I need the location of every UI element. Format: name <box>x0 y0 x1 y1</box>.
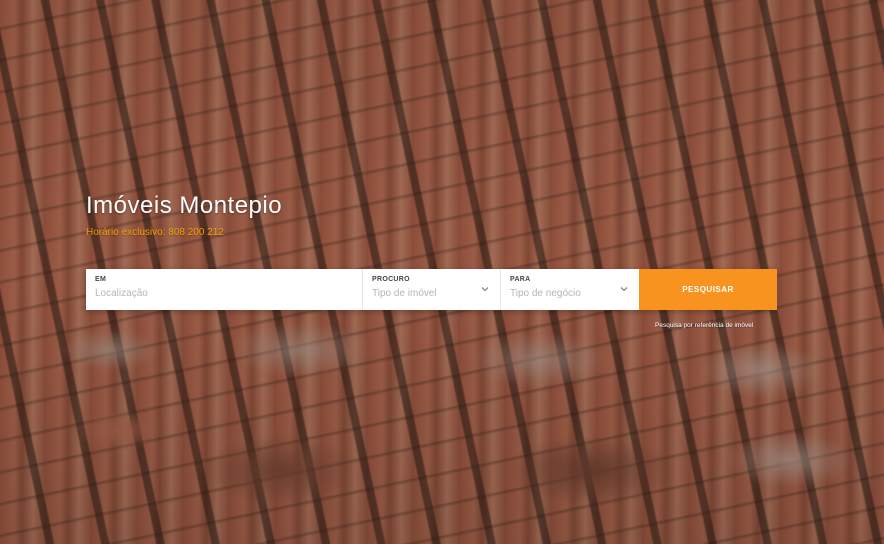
brand-subtitle: Horário exclusivo: 808 200 212 <box>86 227 224 238</box>
hero-section: Imóveis Montepio Horário exclusivo: 808 … <box>0 0 884 544</box>
chevron-down-icon <box>620 287 628 292</box>
deal-type-label: PARA <box>510 276 531 283</box>
property-type-label: PROCURO <box>372 276 410 283</box>
property-type-select[interactable]: PROCURO Tipo de imóvel <box>363 269 501 310</box>
location-label: EM <box>95 276 107 283</box>
property-type-value: Tipo de imóvel <box>372 288 437 299</box>
reference-search-link[interactable]: Pesquisa por referência de imóvel <box>655 322 753 329</box>
brand-title: Imóveis Montepio <box>86 192 283 219</box>
search-button[interactable]: PESQUISAR <box>639 269 777 310</box>
deal-type-select[interactable]: PARA Tipo de negócio <box>501 269 639 310</box>
location-field[interactable]: EM <box>86 269 363 310</box>
search-form: EM PROCURO Tipo de imóvel PARA Tipo de n… <box>86 269 777 310</box>
location-input[interactable] <box>95 288 353 299</box>
deal-type-value: Tipo de negócio <box>510 288 581 299</box>
chevron-down-icon <box>481 287 489 292</box>
